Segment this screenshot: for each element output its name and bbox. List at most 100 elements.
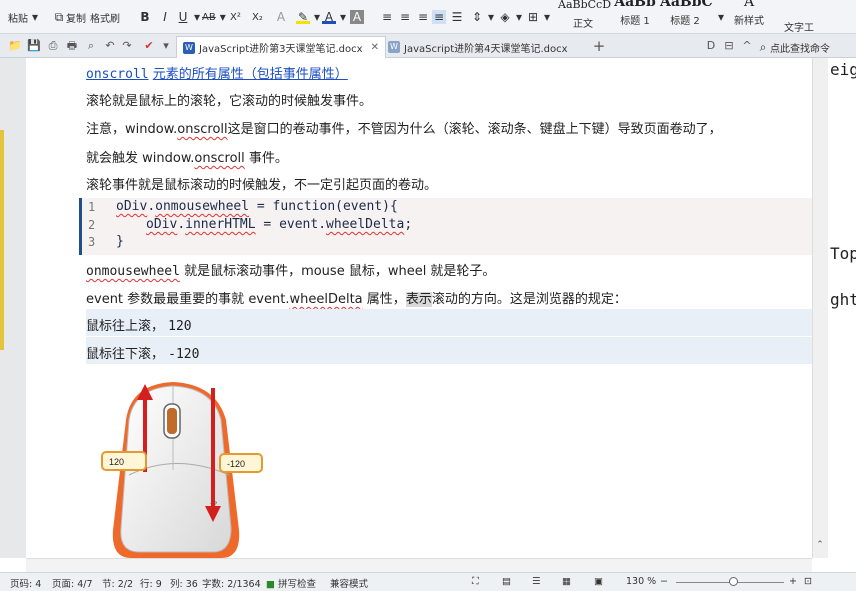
- horizontal-scrollbar[interactable]: [26, 558, 812, 572]
- align-right-button[interactable]: ≡: [416, 0, 430, 33]
- checkmark-icon[interactable]: ✔: [142, 39, 156, 53]
- borders-button[interactable]: ⊞ ▾: [526, 0, 554, 33]
- spell-check-label: 拼写检查: [278, 579, 317, 590]
- superscript-button[interactable]: X²: [230, 0, 241, 33]
- code-token: onmousewheel: [155, 199, 250, 214]
- code-token: ;: [404, 217, 413, 232]
- web-view-icon[interactable]: ▦: [562, 576, 571, 587]
- code-token: wheelDelta: [326, 217, 405, 232]
- format-painter-button[interactable]: 格式刷: [90, 0, 120, 33]
- zoom-out-icon[interactable]: −: [660, 576, 668, 587]
- text-span: 鼠标往上滚，: [86, 319, 165, 334]
- align-center-button[interactable]: ≡: [398, 0, 412, 33]
- paste-button[interactable]: 粘贴 ▾: [8, 0, 42, 33]
- style-heading-1-preview: AaBb: [614, 0, 656, 10]
- code-token: .: [147, 199, 156, 214]
- paragraph-note: 注意，window.onscroll这是窗口的卷动事件，不管因为什么（滚轮、滚动…: [86, 118, 722, 137]
- zoom-level[interactable]: 130 %: [626, 576, 656, 587]
- vertical-scrollbar[interactable]: ⌃: [812, 58, 828, 558]
- text-span: 鼠标往下滚，: [86, 347, 165, 362]
- heading-line: onscroll 元素的所有属性（包括事件属性）: [86, 63, 348, 82]
- fit-window-icon[interactable]: ⊡: [804, 576, 812, 587]
- tab-document-3[interactable]: W JavaScript进阶第3天课堂笔记.docx ✕: [176, 36, 386, 58]
- underline-button[interactable]: U ▾: [176, 0, 204, 33]
- status-page: 页码: 4: [10, 579, 42, 590]
- code-line-1: oDiv.onmousewheel = function(event){: [116, 199, 398, 214]
- clear-format-icon: A: [276, 10, 286, 24]
- text-tool-button[interactable]: 文字工: [784, 5, 814, 34]
- folder-icon[interactable]: 📁: [8, 39, 22, 53]
- justify-button[interactable]: ≡: [432, 0, 446, 33]
- undo-icon[interactable]: ↶: [103, 39, 117, 53]
- paragraph-wheel-event: 滚轮事件就是鼠标滚动的时候触发，不一定引起页面的卷动。: [86, 178, 438, 193]
- text-tool-label: 文字工: [784, 22, 814, 34]
- search-command[interactable]: ⌕ 点此查找命令: [750, 36, 836, 58]
- clear-format-button[interactable]: A: [274, 0, 288, 33]
- outline-view-icon[interactable]: ☰: [532, 576, 541, 587]
- status-pages: 页面: 4/7: [52, 579, 93, 590]
- text-span: onscroll: [194, 151, 245, 166]
- bold-button[interactable]: B: [138, 0, 152, 33]
- text-span: event 参数最最重要的事就: [86, 292, 245, 307]
- style-heading-2[interactable]: AaBbC 标题 2: [660, 0, 713, 33]
- font-color-button[interactable]: A ▾: [322, 0, 350, 33]
- strikethrough-button[interactable]: AB ▾: [202, 0, 230, 33]
- italic-button[interactable]: I: [158, 0, 172, 33]
- print-icon[interactable]: 🖶: [65, 39, 79, 53]
- status-word-count[interactable]: 字数: 2/1364: [202, 576, 261, 590]
- strikethrough-icon: AB: [202, 11, 216, 23]
- chevron-down-icon: ▾: [487, 10, 495, 24]
- distribute-button[interactable]: ☰: [450, 0, 464, 33]
- heading-code[interactable]: onscroll: [86, 67, 149, 82]
- style-heading-2-preview: AaBbC: [660, 0, 713, 10]
- code-block[interactable]: 1 oDiv.onmousewheel = function(event){ 2…: [79, 198, 812, 255]
- search-command-label: 点此查找命令: [770, 43, 830, 55]
- code-line-2: oDiv.innerHTML = event.wheelDelta;: [146, 217, 412, 232]
- document-page[interactable]: onscroll 元素的所有属性（包括事件属性） 滚轮就是鼠标上的滚轮，它滚动的…: [26, 58, 812, 558]
- heading-text[interactable]: 元素的所有属性（包括事件属性）: [153, 67, 348, 82]
- up-label-text: 120: [109, 457, 124, 467]
- code-line-number: 2: [88, 218, 96, 232]
- copy-label: 复制: [66, 13, 86, 25]
- tab-document-4[interactable]: W JavaScript进阶第4天课堂笔记.docx: [382, 36, 574, 58]
- style-normal[interactable]: AaBbCcD 正文: [558, 0, 611, 33]
- page-view-icon[interactable]: ▤: [502, 576, 511, 587]
- layout-icon[interactable]: ⊟: [722, 39, 736, 53]
- chevron-down-icon: ▾: [31, 10, 39, 24]
- right-panel-text: ght: [830, 290, 856, 309]
- save-icon[interactable]: 💾: [27, 39, 41, 53]
- spell-check-toggle[interactable]: ■ 拼写检查: [266, 576, 316, 590]
- zoom-slider-thumb[interactable]: [729, 577, 738, 586]
- line-spacing-button[interactable]: ⇕ ▾: [470, 0, 498, 33]
- search-icon: ⌕: [759, 40, 767, 54]
- text-span: 滚动的方向。这是浏览器的规定：: [431, 292, 627, 307]
- down-label-text: -120: [227, 459, 245, 469]
- style-heading-1[interactable]: AaBb 标题 1: [610, 0, 660, 33]
- full-screen-icon[interactable]: ⛶: [472, 576, 479, 587]
- text-span: event.: [248, 292, 290, 307]
- code-token: innerHTML: [185, 217, 256, 232]
- protect-view-icon[interactable]: ▣: [594, 576, 603, 587]
- redo-icon[interactable]: ↷: [120, 39, 134, 53]
- code-token: oDiv: [146, 217, 178, 232]
- new-style-button[interactable]: A 新样式: [724, 0, 774, 33]
- highlight-button[interactable]: ✎ ▾: [296, 0, 324, 33]
- copy-button[interactable]: ⧉ 复制: [52, 0, 86, 33]
- code-line-number: 1: [88, 200, 96, 214]
- char-shading-button[interactable]: A: [350, 0, 364, 33]
- shading-button[interactable]: ◈ ▾: [498, 0, 526, 33]
- chevron-down-icon[interactable]: ▾: [159, 39, 173, 53]
- text-span: 事件。: [248, 151, 288, 166]
- print-preview-icon[interactable]: ⌕: [84, 39, 98, 53]
- close-icon[interactable]: ✕: [371, 42, 379, 53]
- document-tag-icon[interactable]: D: [704, 39, 718, 53]
- text-span: 120: [168, 319, 192, 334]
- align-left-button[interactable]: ≡: [380, 0, 394, 33]
- new-tab-icon[interactable]: +: [592, 39, 606, 54]
- tab-bar: 📁 💾 ⎙ 🖶 ⌕ ↶ ↷ ✔ ▾ W JavaScript进阶第3天课堂笔记.…: [0, 34, 856, 58]
- subscript-button[interactable]: X₂: [252, 0, 263, 33]
- export-pdf-icon[interactable]: ⎙: [46, 39, 60, 53]
- prev-page-icon[interactable]: ⌃: [813, 538, 827, 552]
- format-painter-label: 格式刷: [90, 13, 120, 25]
- zoom-in-icon[interactable]: +: [789, 576, 797, 587]
